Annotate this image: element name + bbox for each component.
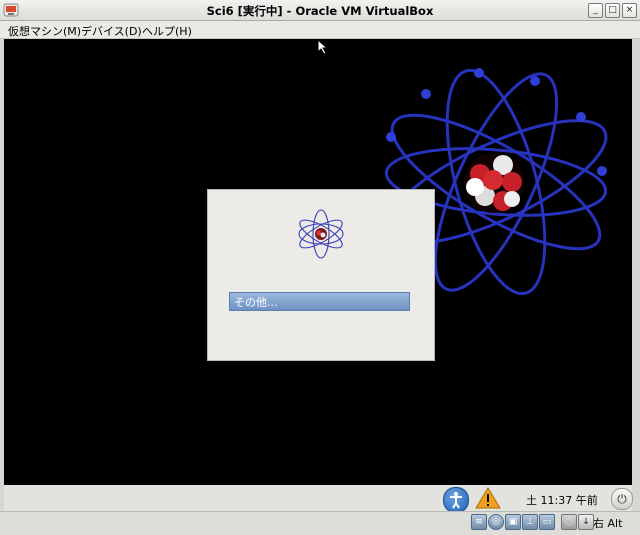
atom-logo-icon <box>298 209 344 259</box>
window-title: Sci6 [実行中] - Oracle VM VirtualBox <box>206 4 434 18</box>
close-button[interactable]: × <box>622 3 637 18</box>
mouse-integration-icon[interactable]: ◌ <box>561 514 577 530</box>
menu-help[interactable]: ヘルプ(H) <box>142 23 192 39</box>
host-key-label: 右 Alt <box>593 517 623 530</box>
network-icon[interactable]: ▣ <box>505 514 521 530</box>
menu-machine[interactable]: 仮想マシン(M) <box>8 23 81 39</box>
other-user-option[interactable]: その他... <box>229 292 410 311</box>
hard-disk-icon[interactable]: ≡ <box>471 514 487 530</box>
warning-icon[interactable] <box>475 486 501 510</box>
usb-icon[interactable]: ⊥ <box>522 514 538 530</box>
minimize-button[interactable]: _ <box>588 3 603 18</box>
optical-drive-icon[interactable]: ◎ <box>488 514 504 530</box>
menu-bar: 仮想マシン(M) デバイス(D) ヘルプ(H) <box>0 21 640 39</box>
login-dialog: その他... <box>207 189 435 361</box>
accessibility-icon[interactable] <box>443 487 469 513</box>
mouse-cursor-icon <box>317 39 329 55</box>
maximize-button[interactable]: □ <box>605 3 620 18</box>
keyboard-capture-icon[interactable]: ↓ <box>578 514 594 530</box>
shared-folder-icon[interactable]: ▭ <box>539 514 555 530</box>
power-icon[interactable]: ⏻ <box>611 488 633 510</box>
menu-devices[interactable]: デバイス(D) <box>81 23 142 39</box>
title-bar[interactable]: Sci6 [実行中] - Oracle VM VirtualBox _ □ × <box>0 0 640 21</box>
clock[interactable]: 土 11:37 午前 <box>526 492 598 508</box>
vm-display[interactable]: その他... <box>4 39 632 485</box>
